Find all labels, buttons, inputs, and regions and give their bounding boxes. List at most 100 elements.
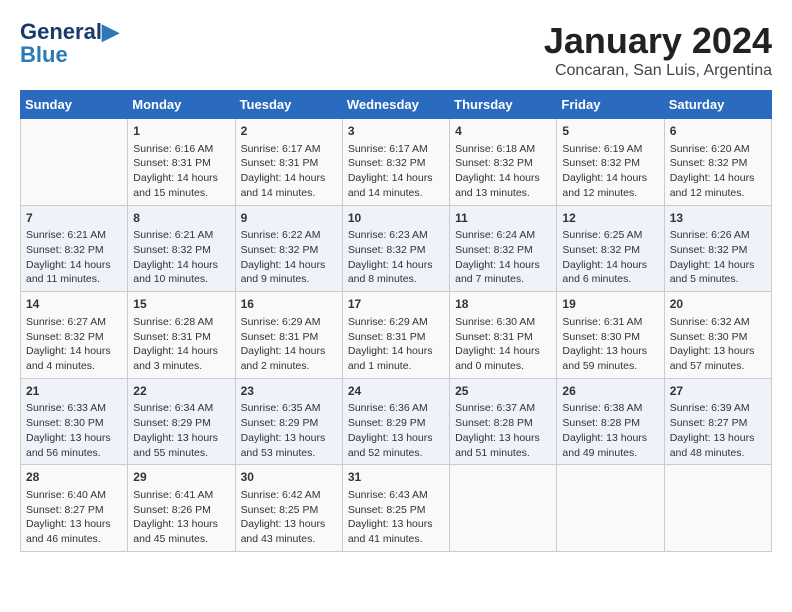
day-number: 5 [562,123,658,140]
week-row-1: 1 Sunrise: 6:16 AMSunset: 8:31 PMDaylight… [21,119,772,206]
calendar-cell: 15 Sunrise: 6:28 AMSunset: 8:31 PMDayligh… [128,292,235,379]
calendar-cell: 28Sunrise: 6:40 AMSunset: 8:27 PMDayligh… [21,465,128,552]
day-info: Sunrise: 6:30 AMSunset: 8:31 PMDaylight:… [455,315,551,374]
day-info: Sunrise: 6:20 AMSunset: 8:32 PMDaylight:… [670,142,766,201]
day-number: 13 [670,210,766,227]
calendar-cell: 23Sunrise: 6:35 AMSunset: 8:29 PMDayligh… [235,378,342,465]
day-number: 16 [241,296,337,313]
calendar-cell: 31 Sunrise: 6:43 AMSunset: 8:25 PMDayligh… [342,465,449,552]
calendar-cell: 29Sunrise: 6:41 AMSunset: 8:26 PMDayligh… [128,465,235,552]
calendar-subtitle: Concaran, San Luis, Argentina [544,62,772,80]
day-info: Sunrise: 6:38 AMSunset: 8:28 PMDaylight:… [562,401,658,460]
day-number: 7 [26,210,122,227]
logo-blue: Blue [20,42,68,68]
day-number: 26 [562,383,658,400]
day-number: 21 [26,383,122,400]
day-number: 24 [348,383,444,400]
header-friday: Friday [557,91,664,119]
calendar-cell [557,465,664,552]
calendar-cell: 8Sunrise: 6:21 AMSunset: 8:32 PMDaylight… [128,205,235,292]
calendar-cell: 7Sunrise: 6:21 AMSunset: 8:32 PMDaylight… [21,205,128,292]
day-number: 22 [133,383,229,400]
calendar-cell: 30Sunrise: 6:42 AMSunset: 8:25 PMDayligh… [235,465,342,552]
day-number: 8 [133,210,229,227]
day-number: 25 [455,383,551,400]
day-info: Sunrise: 6:31 AMSunset: 8:30 PMDaylight:… [562,315,658,374]
day-number: 14 [26,296,122,313]
day-info: Sunrise: 6:32 AMSunset: 8:30 PMDaylight:… [670,315,766,374]
day-number: 1 [133,123,229,140]
day-info: Sunrise: 6:19 AMSunset: 8:32 PMDaylight:… [562,142,658,201]
calendar-cell: 1 Sunrise: 6:16 AMSunset: 8:31 PMDaylight… [128,119,235,206]
calendar-cell [21,119,128,206]
calendar-cell: 3 Sunrise: 6:17 AMSunset: 8:32 PMDaylight… [342,119,449,206]
day-info: Sunrise: 6:29 AMSunset: 8:31 PMDaylight:… [348,315,444,374]
calendar-cell: 10Sunrise: 6:23 AMSunset: 8:32 PMDayligh… [342,205,449,292]
week-row-2: 7Sunrise: 6:21 AMSunset: 8:32 PMDaylight… [21,205,772,292]
header-saturday: Saturday [664,91,771,119]
calendar-cell: 12Sunrise: 6:25 AMSunset: 8:32 PMDayligh… [557,205,664,292]
day-number: 11 [455,210,551,227]
day-info: Sunrise: 6:26 AMSunset: 8:32 PMDaylight:… [670,228,766,287]
day-number: 6 [670,123,766,140]
calendar-cell: 2 Sunrise: 6:17 AMSunset: 8:31 PMDaylight… [235,119,342,206]
header-sunday: Sunday [21,91,128,119]
calendar-cell [664,465,771,552]
logo-text: General▶ [20,20,119,44]
day-info: Sunrise: 6:21 AMSunset: 8:32 PMDaylight:… [26,228,122,287]
calendar-cell: 4 Sunrise: 6:18 AMSunset: 8:32 PMDaylight… [450,119,557,206]
calendar-cell: 6 Sunrise: 6:20 AMSunset: 8:32 PMDaylight… [664,119,771,206]
day-info: Sunrise: 6:16 AMSunset: 8:31 PMDaylight:… [133,142,229,201]
day-info: Sunrise: 6:29 AMSunset: 8:31 PMDaylight:… [241,315,337,374]
calendar-header-row: SundayMondayTuesdayWednesdayThursdayFrid… [21,91,772,119]
calendar-title: January 2024 [544,20,772,62]
week-row-4: 21Sunrise: 6:33 AMSunset: 8:30 PMDayligh… [21,378,772,465]
header-wednesday: Wednesday [342,91,449,119]
calendar-cell: 13Sunrise: 6:26 AMSunset: 8:32 PMDayligh… [664,205,771,292]
page-header: General▶ Blue January 2024 Concaran, San… [20,20,772,80]
day-info: Sunrise: 6:37 AMSunset: 8:28 PMDaylight:… [455,401,551,460]
day-number: 27 [670,383,766,400]
day-info: Sunrise: 6:28 AMSunset: 8:31 PMDaylight:… [133,315,229,374]
day-number: 30 [241,469,337,486]
title-block: January 2024 Concaran, San Luis, Argenti… [544,20,772,80]
calendar-cell: 18 Sunrise: 6:30 AMSunset: 8:31 PMDayligh… [450,292,557,379]
header-monday: Monday [128,91,235,119]
day-info: Sunrise: 6:22 AMSunset: 8:32 PMDaylight:… [241,228,337,287]
day-info: Sunrise: 6:17 AMSunset: 8:31 PMDaylight:… [241,142,337,201]
calendar-cell: 24Sunrise: 6:36 AMSunset: 8:29 PMDayligh… [342,378,449,465]
day-info: Sunrise: 6:39 AMSunset: 8:27 PMDaylight:… [670,401,766,460]
calendar-cell: 16 Sunrise: 6:29 AMSunset: 8:31 PMDayligh… [235,292,342,379]
calendar-cell: 11Sunrise: 6:24 AMSunset: 8:32 PMDayligh… [450,205,557,292]
day-info: Sunrise: 6:41 AMSunset: 8:26 PMDaylight:… [133,488,229,547]
day-number: 17 [348,296,444,313]
calendar-cell: 5 Sunrise: 6:19 AMSunset: 8:32 PMDaylight… [557,119,664,206]
day-number: 20 [670,296,766,313]
day-number: 15 [133,296,229,313]
day-info: Sunrise: 6:17 AMSunset: 8:32 PMDaylight:… [348,142,444,201]
day-number: 3 [348,123,444,140]
day-number: 18 [455,296,551,313]
week-row-5: 28Sunrise: 6:40 AMSunset: 8:27 PMDayligh… [21,465,772,552]
day-number: 31 [348,469,444,486]
day-number: 19 [562,296,658,313]
calendar-cell: 22Sunrise: 6:34 AMSunset: 8:29 PMDayligh… [128,378,235,465]
day-info: Sunrise: 6:40 AMSunset: 8:27 PMDaylight:… [26,488,122,547]
day-info: Sunrise: 6:33 AMSunset: 8:30 PMDaylight:… [26,401,122,460]
day-number: 9 [241,210,337,227]
day-number: 2 [241,123,337,140]
day-number: 12 [562,210,658,227]
calendar-cell: 20 Sunrise: 6:32 AMSunset: 8:30 PMDayligh… [664,292,771,379]
header-tuesday: Tuesday [235,91,342,119]
day-info: Sunrise: 6:18 AMSunset: 8:32 PMDaylight:… [455,142,551,201]
day-info: Sunrise: 6:25 AMSunset: 8:32 PMDaylight:… [562,228,658,287]
calendar-table: SundayMondayTuesdayWednesdayThursdayFrid… [20,90,772,552]
calendar-cell: 9Sunrise: 6:22 AMSunset: 8:32 PMDaylight… [235,205,342,292]
header-thursday: Thursday [450,91,557,119]
day-info: Sunrise: 6:36 AMSunset: 8:29 PMDaylight:… [348,401,444,460]
day-info: Sunrise: 6:23 AMSunset: 8:32 PMDaylight:… [348,228,444,287]
day-number: 4 [455,123,551,140]
day-info: Sunrise: 6:43 AMSunset: 8:25 PMDaylight:… [348,488,444,547]
day-info: Sunrise: 6:35 AMSunset: 8:29 PMDaylight:… [241,401,337,460]
calendar-cell: 21Sunrise: 6:33 AMSunset: 8:30 PMDayligh… [21,378,128,465]
